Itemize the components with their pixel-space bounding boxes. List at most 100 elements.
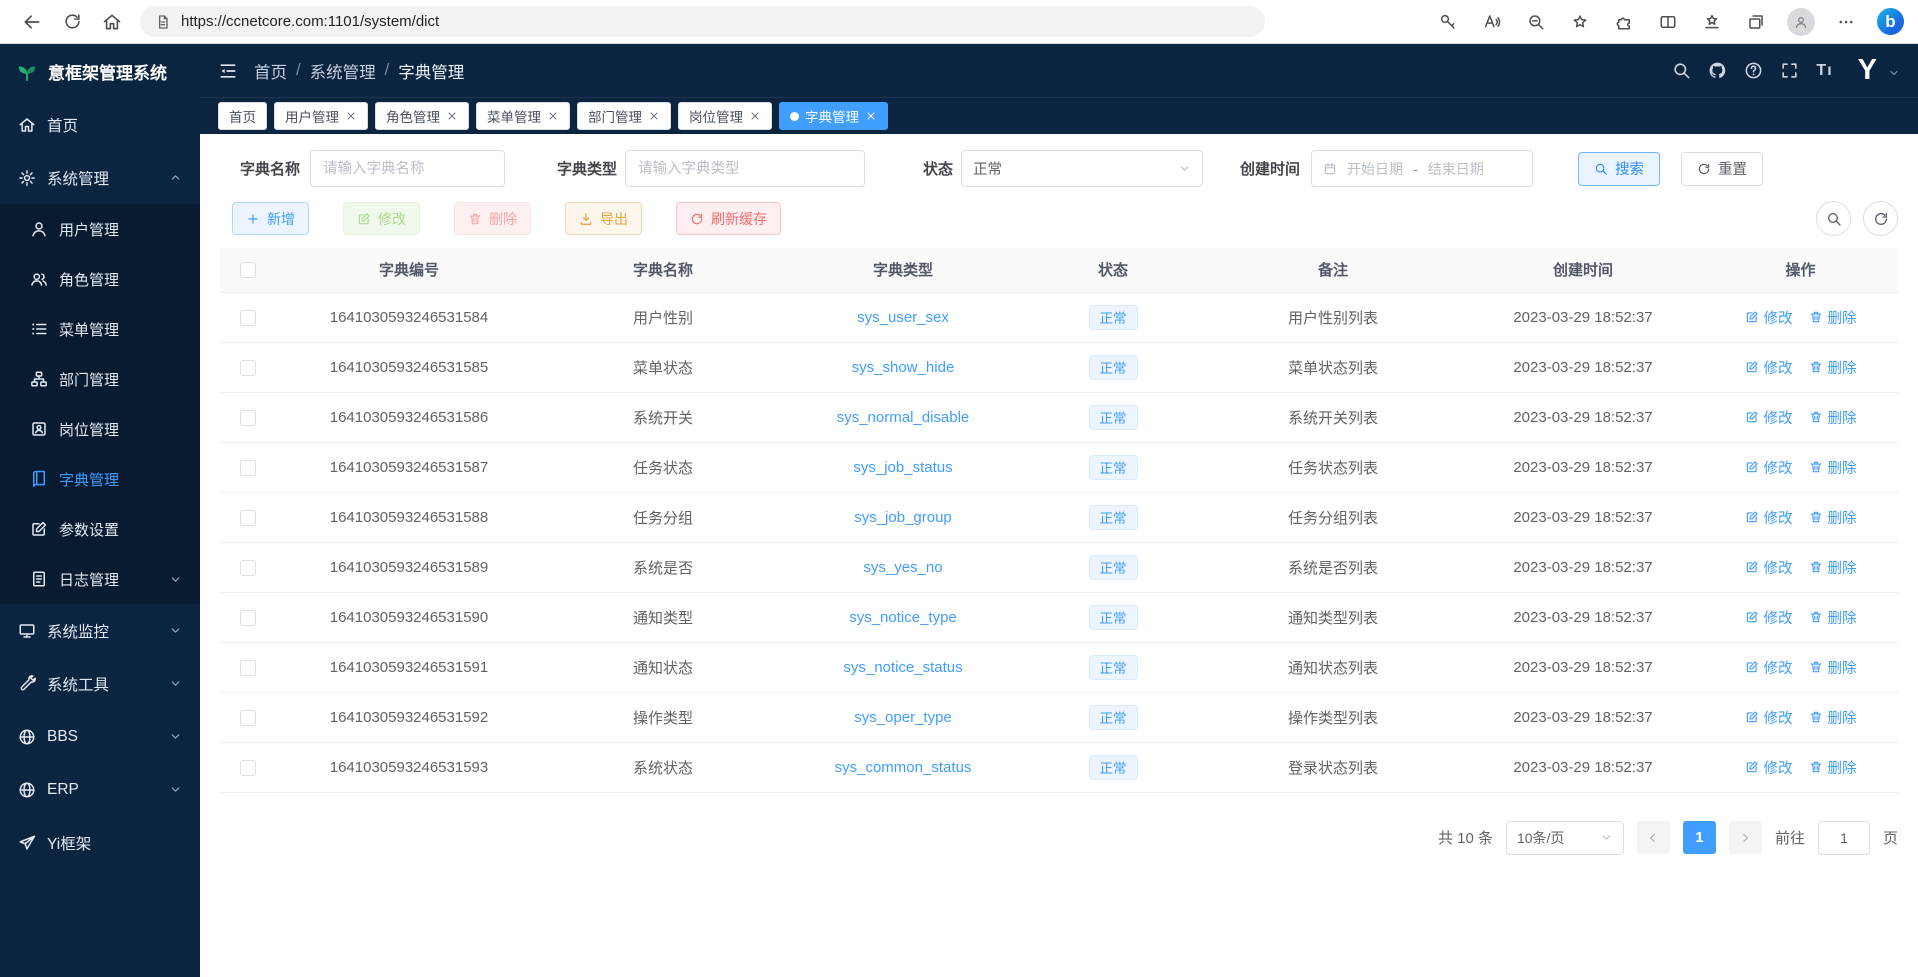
row-edit-button[interactable]: 修改 — [1745, 507, 1793, 528]
tab-dept-management[interactable]: 部门管理 — [577, 102, 671, 130]
browser-refresh-button[interactable] — [54, 5, 90, 39]
row-edit-button[interactable]: 修改 — [1745, 707, 1793, 728]
address-bar[interactable]: https://ccnetcore.com:1101/system/dict — [140, 6, 1265, 37]
sidebar-item-menu-management[interactable]: 菜单管理 — [0, 304, 200, 354]
row-checkbox[interactable] — [240, 510, 256, 526]
sidebar-item-role-management[interactable]: 角色管理 — [0, 254, 200, 304]
export-button[interactable]: 导出 — [565, 202, 642, 235]
row-delete-button[interactable]: 删除 — [1809, 457, 1857, 478]
row-delete-button[interactable]: 删除 — [1809, 407, 1857, 428]
close-icon[interactable] — [749, 110, 761, 122]
sidebar-item-dept-management[interactable]: 部门管理 — [0, 354, 200, 404]
row-edit-button[interactable]: 修改 — [1745, 307, 1793, 328]
bing-icon[interactable]: b — [1877, 8, 1904, 35]
header-search-button[interactable] — [1672, 61, 1691, 80]
github-button[interactable] — [1708, 61, 1727, 80]
key-button[interactable] — [1435, 7, 1461, 37]
row-checkbox[interactable] — [240, 310, 256, 326]
next-page-button[interactable] — [1729, 821, 1762, 854]
row-delete-button[interactable]: 删除 — [1809, 507, 1857, 528]
tab-menu-management[interactable]: 菜单管理 — [476, 102, 570, 130]
dict-type-link[interactable]: sys_job_group — [854, 509, 952, 526]
prev-page-button[interactable] — [1637, 821, 1670, 854]
toggle-search-button[interactable] — [1816, 201, 1851, 236]
row-edit-button[interactable]: 修改 — [1745, 407, 1793, 428]
reset-button[interactable]: 重置 — [1681, 152, 1763, 186]
sidebar-item-log-management[interactable]: 日志管理 — [0, 554, 200, 604]
favorites-button[interactable] — [1699, 7, 1725, 37]
row-checkbox[interactable] — [240, 660, 256, 676]
row-edit-button[interactable]: 修改 — [1745, 357, 1793, 378]
delete-button[interactable]: 删除 — [454, 202, 531, 235]
refresh-table-button[interactable] — [1863, 201, 1898, 236]
dict-type-link[interactable]: sys_common_status — [835, 759, 972, 776]
sidebar-item-post-management[interactable]: 岗位管理 — [0, 404, 200, 454]
row-delete-button[interactable]: 删除 — [1809, 607, 1857, 628]
tab-post-management[interactable]: 岗位管理 — [678, 102, 772, 130]
sidebar-item-erp[interactable]: ERP — [0, 763, 200, 816]
row-delete-button[interactable]: 删除 — [1809, 757, 1857, 778]
dict-type-link[interactable]: sys_job_status — [853, 459, 952, 476]
row-edit-button[interactable]: 修改 — [1745, 557, 1793, 578]
dict-type-link[interactable]: sys_notice_status — [843, 659, 962, 676]
page-size-select[interactable]: 10条/页 — [1506, 821, 1624, 855]
row-delete-button[interactable]: 删除 — [1809, 557, 1857, 578]
profile-avatar[interactable] — [1787, 8, 1815, 36]
row-checkbox[interactable] — [240, 710, 256, 726]
add-favorite-button[interactable] — [1567, 7, 1593, 37]
dict-name-input[interactable] — [310, 150, 505, 187]
collections-button[interactable] — [1743, 7, 1769, 37]
row-checkbox[interactable] — [240, 610, 256, 626]
browser-back-button[interactable] — [14, 5, 50, 39]
dict-type-link[interactable]: sys_notice_type — [849, 609, 957, 626]
edit-button[interactable]: 修改 — [343, 202, 420, 235]
dict-type-link[interactable]: sys_oper_type — [854, 709, 952, 726]
sidebar-item-yi-framework[interactable]: Yi框架 — [0, 816, 200, 869]
dict-type-link[interactable]: sys_show_hide — [852, 359, 955, 376]
dict-type-input[interactable] — [625, 150, 865, 187]
extensions-button[interactable] — [1611, 7, 1637, 37]
chevron-down-icon[interactable] — [1888, 67, 1900, 79]
sidebar-toggle-button[interactable] — [218, 61, 238, 81]
row-edit-button[interactable]: 修改 — [1745, 607, 1793, 628]
sidebar-item-param-settings[interactable]: 参数设置 — [0, 504, 200, 554]
dict-type-link[interactable]: sys_user_sex — [857, 309, 949, 326]
dict-type-link[interactable]: sys_normal_disable — [837, 409, 970, 426]
row-edit-button[interactable]: 修改 — [1745, 457, 1793, 478]
more-options-button[interactable] — [1833, 7, 1859, 37]
refresh-cache-button[interactable]: 刷新缓存 — [676, 202, 781, 235]
close-icon[interactable] — [865, 110, 877, 122]
sidebar-item-system-management[interactable]: 系统管理 — [0, 151, 200, 204]
sidebar-item-user-management[interactable]: 用户管理 — [0, 204, 200, 254]
breadcrumb-item-system[interactable]: 系统管理 — [310, 59, 376, 83]
sidebar-item-dict-management[interactable]: 字典管理 — [0, 454, 200, 504]
row-checkbox[interactable] — [240, 360, 256, 376]
row-delete-button[interactable]: 删除 — [1809, 707, 1857, 728]
search-button[interactable]: 搜索 — [1578, 152, 1660, 186]
row-edit-button[interactable]: 修改 — [1745, 757, 1793, 778]
close-icon[interactable] — [446, 110, 458, 122]
sidebar-item-home[interactable]: 首页 — [0, 98, 200, 151]
status-select[interactable]: 正常 — [961, 150, 1203, 187]
row-checkbox[interactable] — [240, 560, 256, 576]
goto-page-input[interactable] — [1818, 821, 1870, 855]
close-icon[interactable] — [648, 110, 660, 122]
font-size-button[interactable]: Tı — [1816, 62, 1832, 80]
browser-home-button[interactable] — [94, 5, 130, 39]
read-aloud-button[interactable] — [1479, 7, 1505, 37]
sidebar-item-system-tools[interactable]: 系统工具 — [0, 657, 200, 710]
dict-type-link[interactable]: sys_yes_no — [863, 559, 942, 576]
close-icon[interactable] — [547, 110, 559, 122]
split-screen-button[interactable] — [1655, 7, 1681, 37]
fullscreen-button[interactable] — [1780, 61, 1799, 80]
row-delete-button[interactable]: 删除 — [1809, 357, 1857, 378]
current-page[interactable]: 1 — [1683, 821, 1716, 854]
tab-dict-management[interactable]: 字典管理 — [779, 102, 888, 130]
sidebar-item-bbs[interactable]: BBS — [0, 710, 200, 763]
zoom-button[interactable] — [1523, 7, 1549, 37]
row-delete-button[interactable]: 删除 — [1809, 307, 1857, 328]
tab-home[interactable]: 首页 — [218, 102, 267, 130]
row-checkbox[interactable] — [240, 410, 256, 426]
breadcrumb-item-home[interactable]: 首页 — [254, 59, 287, 83]
tab-role-management[interactable]: 角色管理 — [375, 102, 469, 130]
